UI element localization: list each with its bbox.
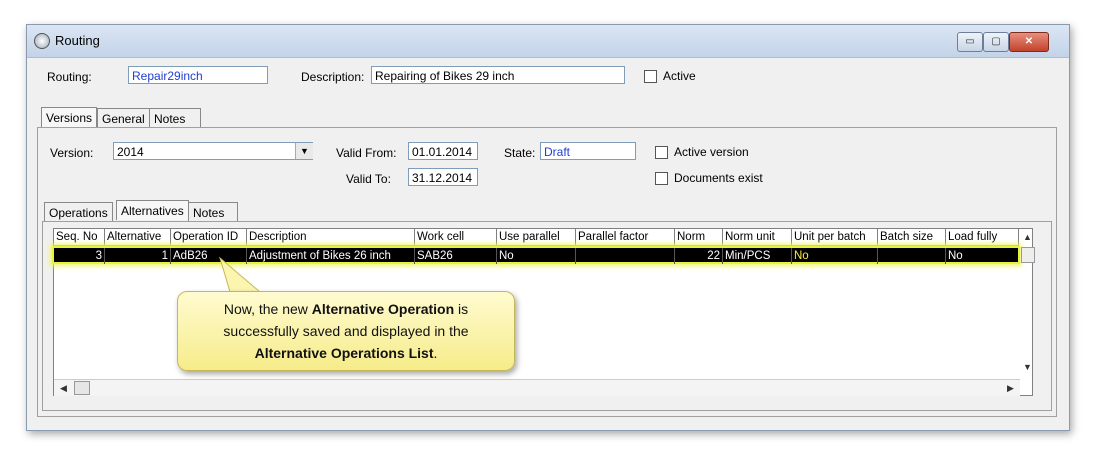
callout-line-3: Alternative Operations List.	[254, 345, 438, 361]
column-header[interactable]: Operation ID	[171, 229, 247, 246]
parallel-factor-cell	[576, 248, 675, 264]
vertical-scrollbar-thumb[interactable]	[1021, 247, 1035, 263]
state-label: State:	[504, 146, 536, 160]
column-header[interactable]: Load fully	[946, 229, 1019, 246]
use-parallel-cell: No	[497, 248, 576, 264]
callout-line-1: Now, the new Alternative Operation is	[223, 301, 469, 317]
norm-unit-cell: Min/PCS	[723, 248, 792, 264]
documents-exist-label: Documents exist	[674, 171, 763, 185]
callout-pointer	[219, 256, 260, 293]
column-header[interactable]: Unit per batch	[792, 229, 878, 246]
scroll-left-arrow-icon[interactable]: ◀	[60, 383, 67, 394]
minimize-button[interactable]: ▭	[957, 32, 983, 52]
column-header[interactable]: Seq. No	[54, 229, 105, 246]
chevron-down-icon[interactable]: ▼	[295, 143, 313, 159]
horizontal-scrollbar[interactable]: ◀ ▶	[54, 379, 1020, 396]
column-header[interactable]: Use parallel	[497, 229, 576, 246]
versions-panel: Version: 2014 ▼ Valid From: 01.01.2014 V…	[37, 127, 1057, 417]
valid-from-field[interactable]: 01.01.2014	[408, 142, 478, 160]
column-header[interactable]: Batch size	[878, 229, 946, 246]
column-header[interactable]: Parallel factor	[576, 229, 675, 246]
callout-tooltip: Now, the new Alternative Operation is su…	[177, 291, 515, 371]
active-version-label: Active version	[674, 145, 749, 159]
batch-size-cell	[878, 248, 946, 264]
column-header[interactable]: Norm	[675, 229, 723, 246]
tab-alternatives[interactable]: Alternatives	[116, 200, 189, 220]
active-label: Active	[663, 69, 696, 83]
valid-to-label: Valid To:	[346, 172, 391, 186]
tab-notes-inner[interactable]: Notes	[188, 202, 238, 222]
valid-to-field[interactable]: 31.12.2014	[408, 168, 478, 186]
state-field[interactable]: Draft	[540, 142, 636, 160]
routing-app-icon	[34, 33, 50, 49]
callout-line-2: successfully saved and displayed in the	[223, 323, 469, 339]
routing-field[interactable]: Repair29inch	[128, 66, 268, 84]
version-value: 2014	[117, 145, 144, 159]
title-bar[interactable]: Routing ▭ ▢ ✕	[27, 25, 1069, 58]
description-label: Description:	[301, 70, 365, 84]
tab-notes-outer[interactable]: Notes	[149, 108, 201, 128]
work-cell-cell: SAB26	[415, 248, 497, 264]
norm-cell: 22	[675, 248, 723, 264]
active-version-checkbox[interactable]	[655, 146, 668, 159]
horizontal-scrollbar-thumb[interactable]	[74, 381, 90, 395]
alternative-cell: 1	[105, 248, 171, 264]
scroll-down-arrow-icon[interactable]: ▼	[1023, 362, 1032, 372]
routing-label: Routing:	[47, 70, 92, 84]
tab-versions[interactable]: Versions	[41, 107, 98, 127]
scroll-right-arrow-icon[interactable]: ▶	[1007, 383, 1014, 394]
tab-operations[interactable]: Operations	[44, 202, 113, 222]
documents-exist-checkbox[interactable]	[655, 172, 668, 185]
close-button[interactable]: ✕	[1009, 32, 1049, 52]
active-checkbox[interactable]	[644, 70, 657, 83]
seq-no-cell: 3	[54, 248, 105, 264]
load-fully-cell: No	[948, 250, 963, 262]
version-label: Version:	[50, 146, 94, 160]
scroll-up-arrow-icon[interactable]: ▲	[1023, 232, 1032, 242]
description-field[interactable]: Repairing of Bikes 29 inch	[371, 66, 625, 84]
window-title: Routing	[55, 33, 100, 48]
column-header[interactable]: Norm unit	[723, 229, 792, 246]
unit-per-batch-cell: No	[792, 248, 878, 264]
column-header[interactable]: Work cell	[415, 229, 497, 246]
maximize-button[interactable]: ▢	[983, 32, 1009, 52]
valid-from-label: Valid From:	[336, 146, 397, 160]
table-row[interactable]: 3 1 AdB26 Adjustment of Bikes 26 inch SA…	[52, 246, 1020, 264]
tab-general[interactable]: General	[97, 108, 150, 128]
column-header[interactable]: Description	[247, 229, 415, 246]
version-select[interactable]: 2014	[113, 142, 313, 160]
description-cell: Adjustment of Bikes 26 inch	[247, 248, 415, 264]
column-header[interactable]: Alternative	[105, 229, 171, 246]
